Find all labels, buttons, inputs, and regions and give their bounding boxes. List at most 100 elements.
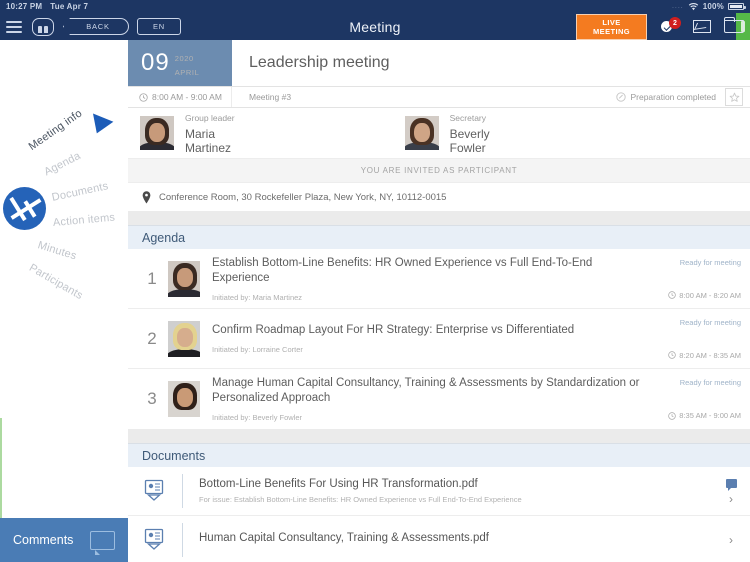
agenda-item-status: Ready for meeting: [679, 257, 741, 267]
folder-icon[interactable]: [724, 17, 744, 33]
avatar: [168, 260, 200, 297]
agenda-item-number: 1: [147, 268, 157, 288]
live-meeting-label-1: LIVE: [602, 17, 621, 27]
status-date: Tue Apr 7: [50, 2, 89, 11]
avatar: [404, 116, 439, 150]
role-first-name: Beverly: [449, 127, 490, 141]
preparation-check-icon: [616, 92, 627, 102]
avatar: [168, 381, 200, 417]
home-icon[interactable]: [32, 17, 54, 36]
role-group-leader[interactable]: Group leader Maria Martinez: [140, 111, 235, 155]
sidebar-item-documents[interactable]: Documents: [51, 180, 110, 204]
agenda-item-time: 8:35 AM - 9:00 AM: [658, 411, 741, 420]
comments-label: Comments: [13, 533, 74, 547]
presentation-file-icon: [142, 527, 168, 553]
role-last-name: Fowler: [449, 141, 486, 155]
meeting-day: 09: [141, 49, 170, 76]
sidebar-item-agenda[interactable]: Agenda: [42, 150, 82, 178]
live-meeting-button[interactable]: LIVE MEETING: [576, 13, 647, 40]
avatar: [168, 320, 200, 357]
invite-notice: YOU ARE INVITED AS PARTICIPANT: [128, 159, 750, 183]
meeting-header-card: 09 2020 APRIL Leadership meeting 8:00 AM…: [128, 40, 750, 211]
agenda-item-number: 2: [147, 328, 157, 348]
preparation-status: Preparation completed: [616, 92, 725, 102]
battery-icon: [728, 3, 746, 10]
live-meeting-label-2: MEETING: [593, 26, 630, 36]
sidebar-arc-navigation: Meeting info Agenda Documents Action ite…: [0, 40, 128, 562]
signal-dots-icon: ....: [671, 3, 684, 10]
meeting-location-row[interactable]: Conference Room, 30 Rockefeller Plaza, N…: [128, 183, 750, 211]
agenda-section-header: Agenda: [128, 225, 750, 249]
app-window: 10:27 PM Tue Apr 7 .... 100% BACK EN Mee…: [0, 0, 750, 562]
agenda-item[interactable]: 1 Establish Bottom-Line Benefits: HR Own…: [128, 249, 750, 309]
agenda-item-initiator: Initiated by: Lorraine Corter: [212, 345, 303, 354]
comment-bubble-icon: [90, 530, 115, 555]
document-row[interactable]: Human Capital Consultancy, Training & As…: [128, 516, 750, 562]
hamburger-menu-icon[interactable]: [6, 20, 22, 33]
meeting-roles-row: Group leader Maria Martinez Secretary Be…: [128, 108, 750, 159]
selection-pointer-icon: [86, 113, 114, 138]
meeting-time-range-block: 8:00 AM - 9:00 AM: [128, 87, 232, 107]
agenda-item-time: 8:20 AM - 8:35 AM: [658, 351, 741, 360]
green-edge-indicator: [0, 418, 2, 518]
ios-status-bar: 10:27 PM Tue Apr 7 .... 100%: [0, 0, 750, 13]
comment-bubble-icon[interactable]: [725, 478, 737, 491]
sidebar-item-action-items[interactable]: Action items: [52, 212, 115, 229]
language-button[interactable]: EN: [137, 18, 181, 35]
agenda-item-time: 8:00 AM - 8:20 AM: [658, 291, 741, 300]
sidebar-item-meeting-info[interactable]: Meeting info: [27, 107, 85, 153]
sidebar-item-participants[interactable]: Participants: [27, 262, 85, 302]
agenda-item-time-label: 8:35 AM - 9:00 AM: [679, 411, 741, 420]
wifi-icon: [688, 2, 699, 11]
clock-icon: [668, 411, 677, 420]
meeting-date-block: 09 2020 APRIL: [128, 40, 232, 86]
clock-icon: [139, 92, 148, 102]
documents-section-header: Documents: [128, 443, 750, 467]
agenda-item-initiator: Initiated by: Maria Martinez: [212, 292, 303, 302]
agenda-item[interactable]: 3 Manage Human Capital Consultancy, Trai…: [128, 369, 750, 429]
agenda-item-title: Manage Human Capital Consultancy, Traini…: [212, 377, 640, 404]
role-secretary[interactable]: Secretary Beverly Fowler: [404, 111, 490, 155]
documents-section: Documents Bottom-Line Benefits For Using…: [128, 443, 750, 562]
location-pin-icon: [142, 190, 151, 204]
document-subtitle: For issue: Establish Bottom-Line Benefit…: [199, 495, 522, 504]
chevron-right-icon[interactable]: ›: [729, 534, 733, 546]
agenda-item-status: Ready for meeting: [679, 317, 741, 327]
tasks-check-icon[interactable]: 2: [660, 17, 681, 35]
role-last-name: Martinez: [185, 141, 232, 155]
meeting-number: Meeting #3: [249, 92, 292, 102]
status-time: 10:27 PM: [6, 2, 43, 11]
agenda-item-initiator: Initiated by: Beverly Fowler: [212, 413, 303, 422]
role-label: Group leader: [185, 113, 235, 123]
agenda-item-time-label: 8:00 AM - 8:20 AM: [679, 290, 741, 300]
avatar: [140, 116, 174, 150]
role-first-name: Maria: [185, 127, 216, 141]
back-button[interactable]: BACK: [63, 18, 129, 35]
agenda-item[interactable]: 2 Confirm Roadmap Layout For HR Strategy…: [128, 309, 750, 369]
preparation-status-label: Preparation completed: [630, 92, 716, 102]
sidebar-item-minutes[interactable]: Minutes: [36, 239, 78, 262]
meeting-title: Leadership meeting: [249, 54, 390, 71]
meeting-year: 2020: [174, 54, 194, 63]
clock-icon: [668, 291, 677, 299]
meeting-month: APRIL: [174, 68, 200, 77]
meeting-time-range: 8:00 AM - 9:00 AM: [152, 92, 222, 102]
document-name: Bottom-Line Benefits For Using HR Transf…: [199, 478, 478, 490]
main-content: 09 2020 APRIL Leadership meeting 8:00 AM…: [128, 40, 750, 562]
app-logo-icon[interactable]: [3, 187, 46, 230]
battery-percent: 100%: [702, 2, 724, 11]
agenda-section: Agenda 1 Establish Bottom-Line Benefits:…: [128, 225, 750, 429]
favorite-star-button[interactable]: [725, 88, 743, 106]
meeting-location: Conference Room, 30 Rockefeller Plaza, N…: [159, 191, 447, 203]
agenda-item-status: Ready for meeting: [679, 378, 741, 387]
chevron-right-icon[interactable]: ›: [729, 493, 733, 505]
agenda-item-title: Establish Bottom-Line Benefits: HR Owned…: [212, 256, 593, 284]
role-label: Secretary: [449, 113, 486, 123]
mail-icon[interactable]: [693, 20, 711, 33]
comments-button[interactable]: Comments: [0, 518, 128, 562]
agenda-item-time-label: 8:20 AM - 8:35 AM: [679, 350, 741, 360]
top-navigation-bar: BACK EN Meeting LIVE MEETING 2: [0, 13, 750, 40]
presentation-file-icon: [142, 478, 168, 504]
document-row[interactable]: Bottom-Line Benefits For Using HR Transf…: [128, 467, 750, 516]
notification-badge: 2: [669, 17, 681, 29]
